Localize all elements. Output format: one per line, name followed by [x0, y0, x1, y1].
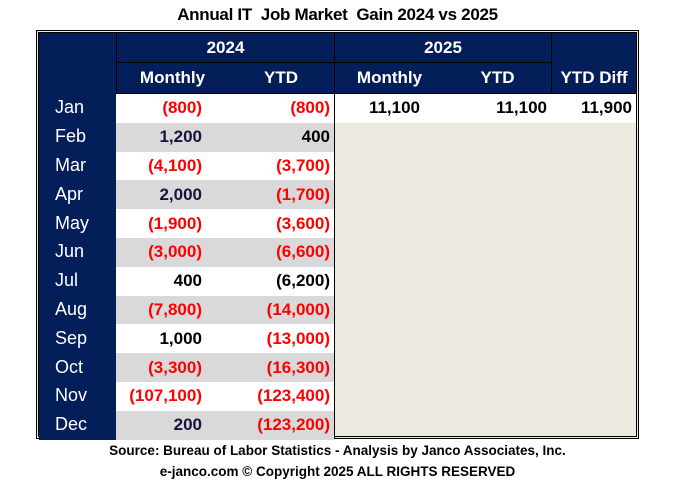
cell-2024-monthly: (4,100) — [116, 151, 228, 181]
cell-2024-ytd: (800) — [228, 94, 334, 123]
cell-2024-ytd: (123,200) — [228, 410, 334, 440]
cell-2024-ytd: (1,700) — [228, 180, 334, 210]
cell-2024-monthly: 400 — [116, 266, 228, 296]
header-monthly-2024: Monthly — [116, 63, 228, 93]
cell-2024-monthly: (107,100) — [116, 382, 228, 411]
header-ytd-2024: YTD — [228, 63, 334, 93]
cell-2024-monthly: 200 — [116, 410, 228, 440]
month-label: Dec — [39, 409, 116, 440]
header-ytd-2025: YTD — [444, 63, 551, 93]
data-table: 2024 2025 Monthly YTD Monthly YTD YTD Di… — [36, 30, 639, 440]
cell-2024-ytd: (13,000) — [228, 324, 334, 354]
cell-2024-ytd: (123,400) — [228, 382, 334, 411]
cell-2024-monthly: (7,800) — [116, 295, 228, 325]
header-monthly-2025: Monthly — [334, 63, 444, 93]
cell-2024-monthly: (3,300) — [116, 353, 228, 382]
cell-2024-monthly: (3,000) — [116, 238, 228, 267]
cell-2024-monthly: (800) — [116, 94, 228, 123]
header-2025: 2025 — [334, 33, 551, 63]
month-label: Mar — [39, 150, 116, 181]
cell-2025-ytd: 11,100 — [444, 94, 551, 123]
chart-title: Annual IT Job Market Gain 2024 vs 2025 — [177, 5, 498, 24]
month-label: Feb — [39, 121, 116, 152]
month-label: May — [39, 208, 116, 238]
header-ytd-diff: YTD Diff — [551, 63, 636, 93]
month-label: Oct — [39, 352, 116, 382]
cell-2024-monthly: (1,900) — [116, 209, 228, 238]
header-corner — [39, 33, 116, 93]
cell-2024-monthly: 2,000 — [116, 180, 228, 210]
divider-2024-2025 — [334, 93, 335, 439]
cell-2024-ytd: (14,000) — [228, 295, 334, 325]
cell-2025-monthly: 11,100 — [335, 94, 444, 123]
cell-2024-ytd: (3,700) — [228, 151, 334, 181]
cell-2024-ytd: 400 — [228, 122, 334, 152]
month-label: Jul — [39, 265, 116, 296]
month-label: Jan — [39, 93, 116, 123]
month-label: Jun — [39, 237, 116, 267]
copyright-note: e-janco.com © Copyright 2025 ALL RIGHTS … — [159, 464, 516, 479]
source-note: Source: Bureau of Labor Statistics - Ana… — [109, 443, 566, 458]
month-label: Aug — [39, 294, 116, 325]
cell-ytd-diff: 11,900 — [551, 94, 636, 123]
month-label: Sep — [39, 323, 116, 354]
cell-2024-ytd: (6,200) — [228, 266, 334, 296]
cell-2024-ytd: (16,300) — [228, 353, 334, 382]
cell-2024-monthly: 1,000 — [116, 324, 228, 354]
header-2024: 2024 — [116, 33, 334, 63]
month-label: Apr — [39, 179, 116, 210]
month-label: Nov — [39, 381, 116, 411]
cell-2024-monthly: 1,200 — [116, 122, 228, 152]
cell-2024-ytd: (3,600) — [228, 209, 334, 238]
cell-2024-ytd: (6,600) — [228, 238, 334, 267]
header-diff-top — [551, 33, 636, 63]
